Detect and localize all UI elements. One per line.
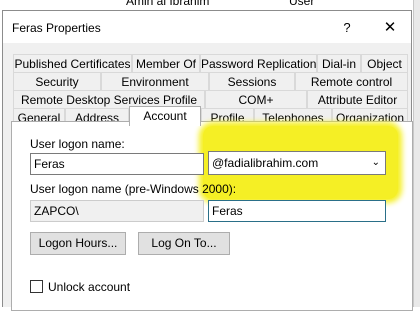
tab-object[interactable]: Object <box>361 54 408 72</box>
log-on-to-button[interactable]: Log On To... <box>138 232 230 255</box>
tab-member-of[interactable]: Member Of <box>132 54 200 72</box>
tab-password-replication[interactable]: Password Replication <box>200 54 317 72</box>
tab-com-plus[interactable]: COM+ <box>205 90 307 108</box>
tab-account[interactable]: Account <box>129 106 201 126</box>
upn-suffix-select[interactable]: @fadialibrahim.com ⌄ <box>208 151 386 175</box>
logon-name-label: User logon name: <box>30 137 125 151</box>
unlock-account-label: Unlock account <box>48 280 131 294</box>
logon-name-input[interactable]: Feras <box>30 153 204 175</box>
tab-attribute-editor[interactable]: Attribute Editor <box>307 90 408 108</box>
chevron-down-icon: ⌄ <box>371 157 380 168</box>
tab-sessions[interactable]: Sessions <box>209 72 295 90</box>
tab-security[interactable]: Security <box>13 72 101 90</box>
dialog-title: Feras Properties <box>12 21 101 35</box>
background-user-name: Amin al Ibrahim <box>126 0 210 8</box>
background-user-type: User <box>289 0 315 8</box>
help-button[interactable]: ? <box>335 17 359 39</box>
unlock-account-checkbox[interactable] <box>30 280 43 293</box>
pre2000-domain-field: ZAPCO\ <box>30 200 204 222</box>
background-window-edge <box>413 0 420 307</box>
tab-remote-control[interactable]: Remote control <box>295 72 408 90</box>
pre2000-label: User logon name (pre-Windows 2000): <box>30 182 237 196</box>
upn-suffix-value: @fadialibrahim.com <box>212 156 319 170</box>
close-button[interactable]: ✕ <box>373 17 407 39</box>
title-bar: Feras Properties ? ✕ <box>3 11 411 43</box>
tab-dial-in[interactable]: Dial-in <box>317 54 361 72</box>
background-window-strip: Amin al Ibrahim User <box>0 0 420 10</box>
pre2000-name-input[interactable]: Feras <box>208 200 386 222</box>
logon-hours-button[interactable]: Logon Hours... <box>30 232 126 255</box>
tab-published-certificates[interactable]: Published Certificates <box>13 54 132 72</box>
tab-environment[interactable]: Environment <box>101 72 209 90</box>
